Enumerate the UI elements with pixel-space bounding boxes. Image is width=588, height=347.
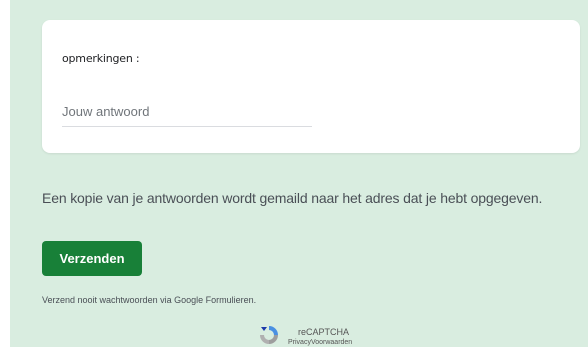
recaptcha-badge[interactable]: reCAPTCHA PrivacyVoorwaarden <box>258 322 378 347</box>
recaptcha-links[interactable]: PrivacyVoorwaarden <box>288 339 352 346</box>
copy-notice: Een kopie van je antwoorden wordt gemail… <box>42 190 543 206</box>
password-warning: Verzend nooit wachtwoorden via Google Fo… <box>42 295 257 305</box>
left-edge-strip <box>0 0 10 347</box>
question-card: opmerkingen : <box>42 20 580 153</box>
submit-button[interactable]: Verzenden <box>42 241 142 276</box>
answer-input[interactable] <box>62 100 312 127</box>
question-label: opmerkingen : <box>62 52 140 65</box>
recaptcha-title: reCAPTCHA <box>298 327 350 337</box>
recaptcha-icon <box>258 324 280 346</box>
